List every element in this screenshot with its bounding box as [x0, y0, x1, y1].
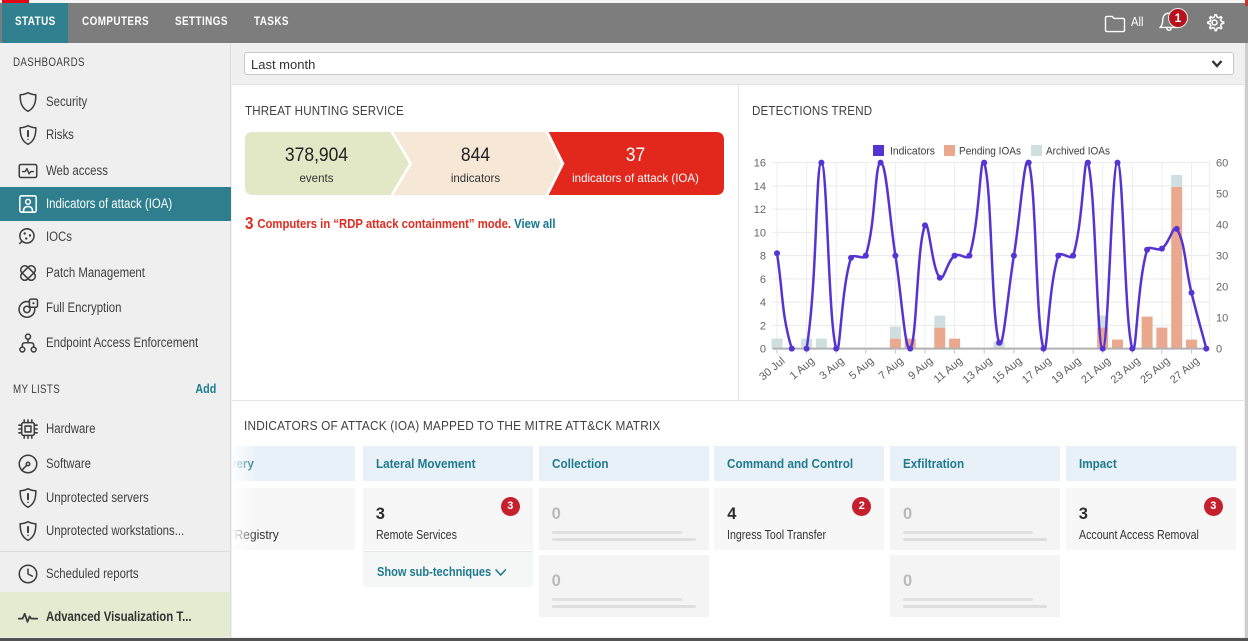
svg-text:5 Aug: 5 Aug	[847, 355, 876, 382]
svg-text:21 Aug: 21 Aug	[1079, 355, 1113, 386]
svg-text:7 Aug: 7 Aug	[877, 355, 906, 382]
svg-text:0: 0	[760, 344, 766, 356]
svg-text:1 Aug: 1 Aug	[788, 355, 817, 382]
svg-text:25 Aug: 25 Aug	[1138, 355, 1172, 386]
svg-text:17 Aug: 17 Aug	[1020, 355, 1054, 386]
svg-text:50: 50	[1216, 189, 1228, 201]
svg-text:Indicators: Indicators	[890, 146, 935, 158]
svg-text:14: 14	[754, 181, 766, 193]
svg-text:30: 30	[1216, 251, 1228, 263]
svg-text:19 Aug: 19 Aug	[1050, 355, 1084, 386]
svg-text:0: 0	[1216, 344, 1222, 356]
svg-text:60: 60	[1216, 158, 1228, 170]
svg-text:9 Aug: 9 Aug	[906, 355, 935, 382]
svg-text:15 Aug: 15 Aug	[990, 355, 1024, 386]
svg-text:11 Aug: 11 Aug	[932, 355, 965, 386]
svg-text:12: 12	[754, 204, 766, 216]
svg-text:Pending IOAs: Pending IOAs	[959, 146, 1021, 158]
svg-text:8: 8	[760, 251, 766, 263]
svg-text:4: 4	[760, 297, 766, 309]
svg-text:40: 40	[1216, 220, 1228, 232]
svg-text:Archived IOAs: Archived IOAs	[1046, 146, 1110, 158]
svg-text:13 Aug: 13 Aug	[961, 355, 995, 386]
svg-text:2: 2	[760, 320, 766, 332]
svg-text:6: 6	[760, 274, 766, 286]
svg-text:10: 10	[754, 227, 766, 239]
svg-text:3 Aug: 3 Aug	[817, 355, 846, 382]
svg-text:16: 16	[754, 158, 766, 170]
svg-text:23 Aug: 23 Aug	[1109, 355, 1143, 386]
svg-text:20: 20	[1216, 282, 1228, 294]
svg-text:10: 10	[1216, 313, 1228, 325]
svg-text:27 Aug: 27 Aug	[1168, 355, 1202, 386]
svg-text:30 Jul: 30 Jul	[757, 355, 787, 383]
